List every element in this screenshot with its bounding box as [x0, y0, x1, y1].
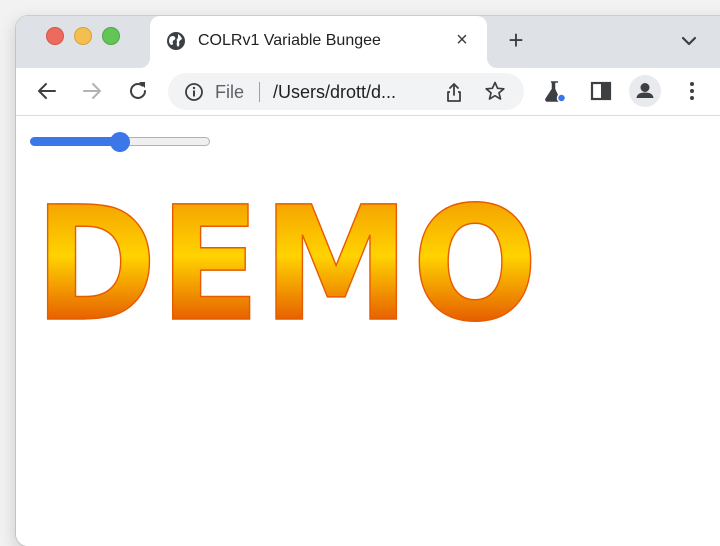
star-icon[interactable] [484, 80, 506, 102]
info-icon[interactable] [184, 82, 204, 102]
side-panel-icon[interactable] [588, 78, 614, 104]
more-vert-icon[interactable] [679, 78, 705, 104]
slider-fill [30, 137, 120, 146]
share-icon[interactable] [444, 81, 464, 103]
new-tab-button[interactable]: + [502, 26, 530, 54]
browser-window: COLRv1 Variable Bungee × + File /Users/d… [16, 16, 720, 546]
demo-text-graphic: DEMO [33, 186, 540, 336]
forward-icon[interactable] [79, 78, 105, 104]
url-text[interactable]: /Users/drott/d... [273, 81, 396, 103]
avatar-icon [636, 83, 654, 98]
tab-colrv1-variable-bungee[interactable]: COLRv1 Variable Bungee × [150, 16, 487, 68]
close-window-button[interactable] [46, 27, 64, 45]
address-bar[interactable]: File /Users/drott/d... [168, 73, 524, 110]
variation-slider[interactable] [30, 132, 212, 152]
tab-title: COLRv1 Variable Bungee [198, 32, 381, 49]
minimize-window-button[interactable] [74, 27, 92, 45]
flask-icon[interactable] [542, 78, 568, 104]
chevron-down-icon[interactable] [678, 30, 700, 52]
omnibox-divider [259, 82, 260, 102]
slider-thumb[interactable] [110, 132, 130, 152]
file-scheme-label[interactable]: File [215, 81, 244, 103]
demo-text: DEMO [34, 186, 540, 336]
back-icon[interactable] [34, 78, 60, 104]
toolbar: File /Users/drott/d... [16, 68, 720, 116]
reload-icon[interactable] [125, 78, 151, 104]
profile-avatar[interactable] [629, 75, 661, 107]
close-tab-icon[interactable]: × [450, 28, 474, 52]
fullscreen-window-button[interactable] [102, 27, 120, 45]
globe-icon [167, 32, 185, 50]
page-content: DEMO [16, 116, 720, 546]
tab-strip: COLRv1 Variable Bungee × + [16, 16, 720, 68]
